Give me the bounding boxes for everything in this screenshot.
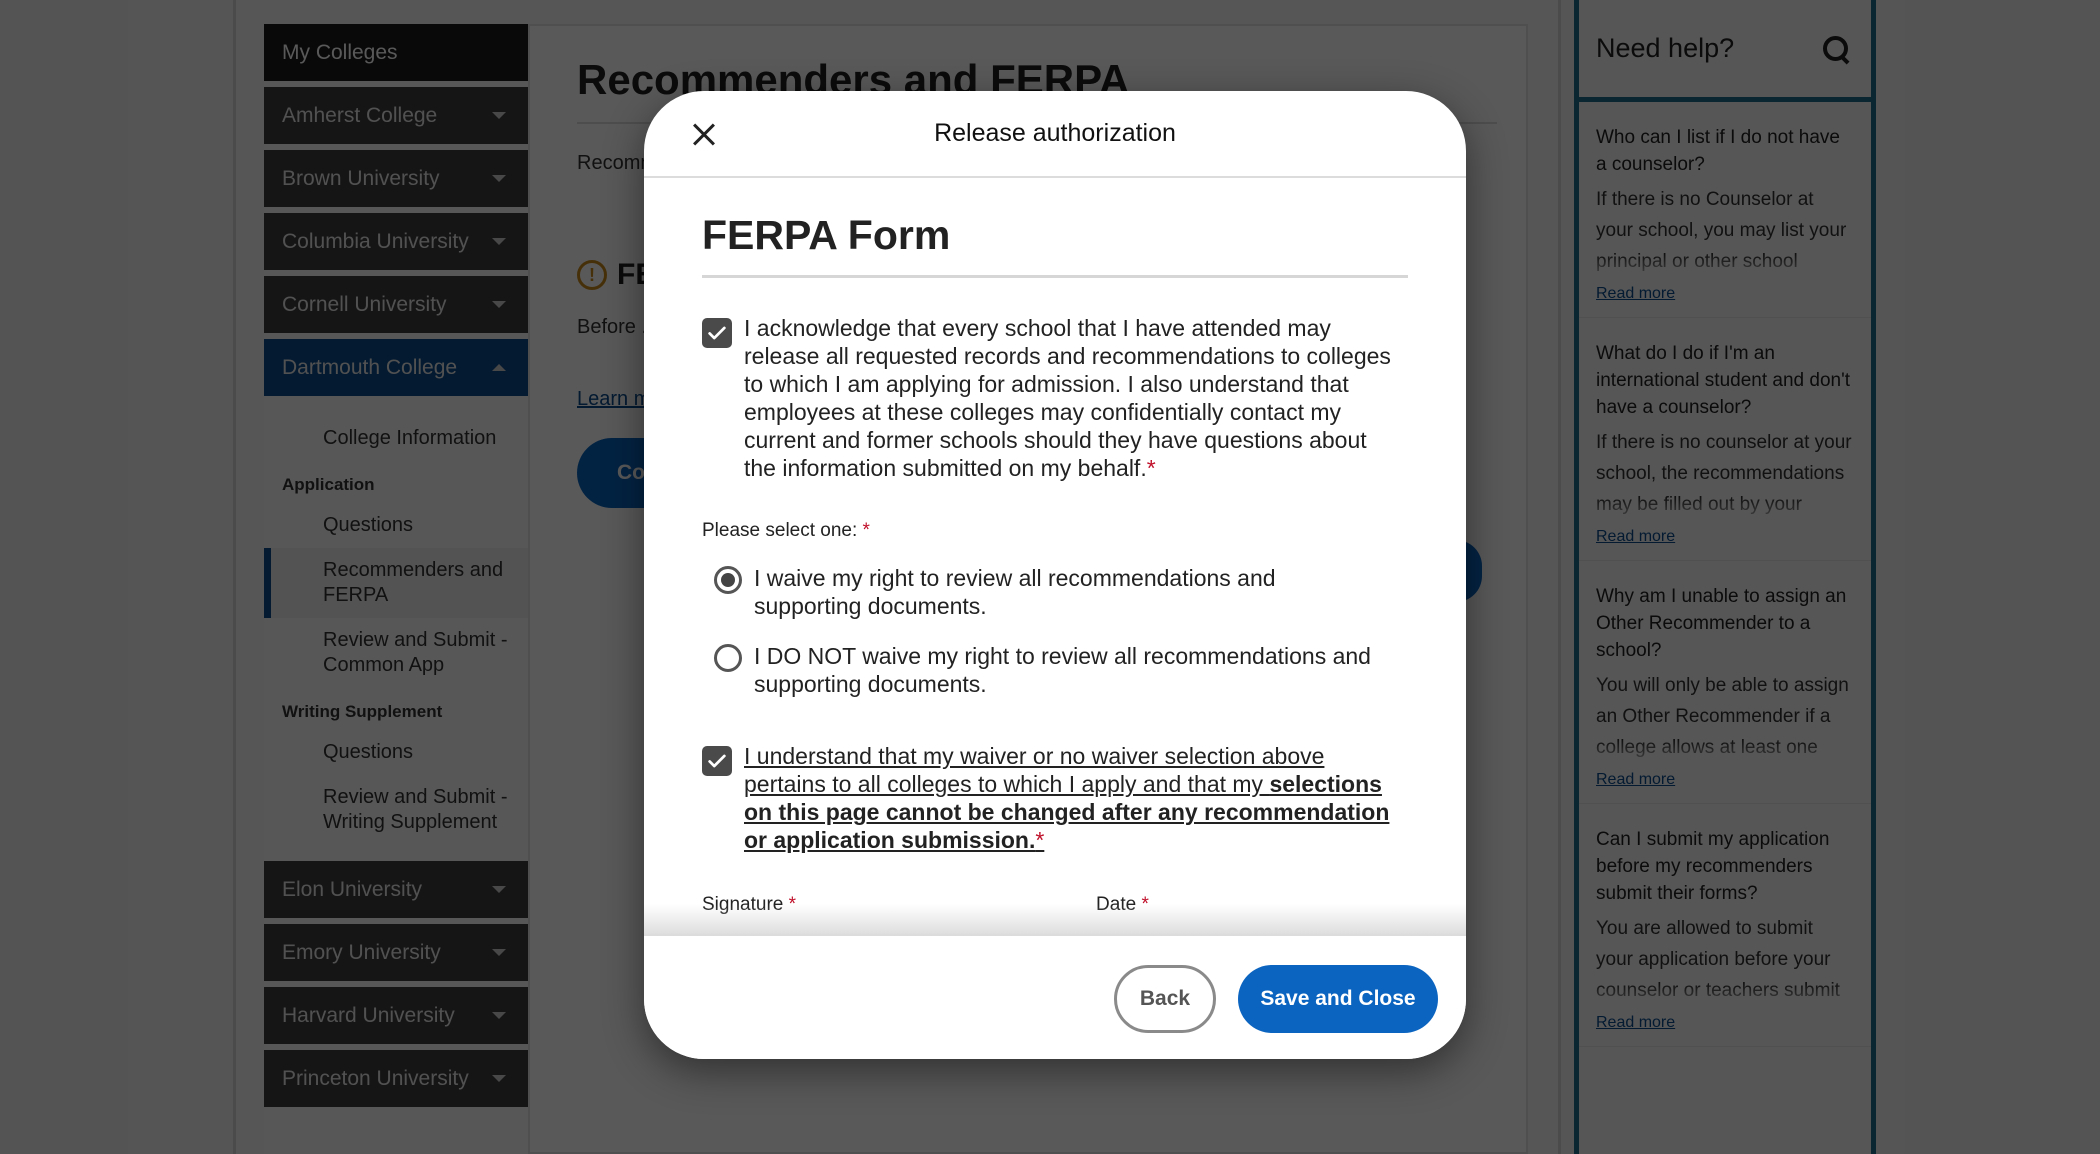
release-authorization-dialog: Release authorization FERPA Form I ackno… [644, 91, 1466, 1059]
waive-option[interactable]: I waive my right to review all recommend… [714, 564, 1408, 620]
waive-radio[interactable] [714, 566, 742, 594]
acknowledge-label[interactable]: I acknowledge that every school that I h… [744, 314, 1404, 482]
checkmark-icon [708, 326, 726, 340]
dialog-header: Release authorization [644, 91, 1466, 178]
close-icon[interactable] [684, 115, 724, 155]
acknowledge-checkbox[interactable] [702, 318, 732, 348]
save-and-close-button[interactable]: Save and Close [1238, 965, 1438, 1033]
acknowledge-text: I acknowledge that every school that I h… [744, 315, 1391, 481]
do-not-waive-option[interactable]: I DO NOT waive my right to review all re… [714, 642, 1408, 698]
dialog-body[interactable]: FERPA Form I acknowledge that every scho… [644, 180, 1466, 934]
do-not-waive-option-label[interactable]: I DO NOT waive my right to review all re… [754, 642, 1384, 698]
back-button[interactable]: Back [1114, 965, 1216, 1033]
understand-waiver-row: I understand that my waiver or no waiver… [702, 742, 1408, 854]
understand-label[interactable]: I understand that my waiver or no waiver… [744, 742, 1404, 854]
waive-option-label[interactable]: I waive my right to review all recommend… [754, 564, 1384, 620]
understand-checkbox[interactable] [702, 746, 732, 776]
dialog-footer: Back Save and Close [644, 934, 1466, 1059]
waiver-select-label: Please select one: * [702, 520, 1408, 542]
acknowledge-release-row: I acknowledge that every school that I h… [702, 314, 1408, 482]
select-label-text: Please select one: [702, 520, 858, 541]
required-asterisk: * [1146, 455, 1156, 481]
scroll-fade [644, 904, 1466, 934]
required-asterisk: * [862, 520, 870, 541]
form-title: FERPA Form [702, 212, 1408, 278]
understand-text: I understand that my waiver or no waiver… [744, 743, 1325, 797]
required-asterisk: * [1035, 827, 1045, 853]
checkmark-icon [708, 754, 726, 768]
do-not-waive-radio[interactable] [714, 644, 742, 672]
dialog-title: Release authorization [934, 119, 1176, 147]
